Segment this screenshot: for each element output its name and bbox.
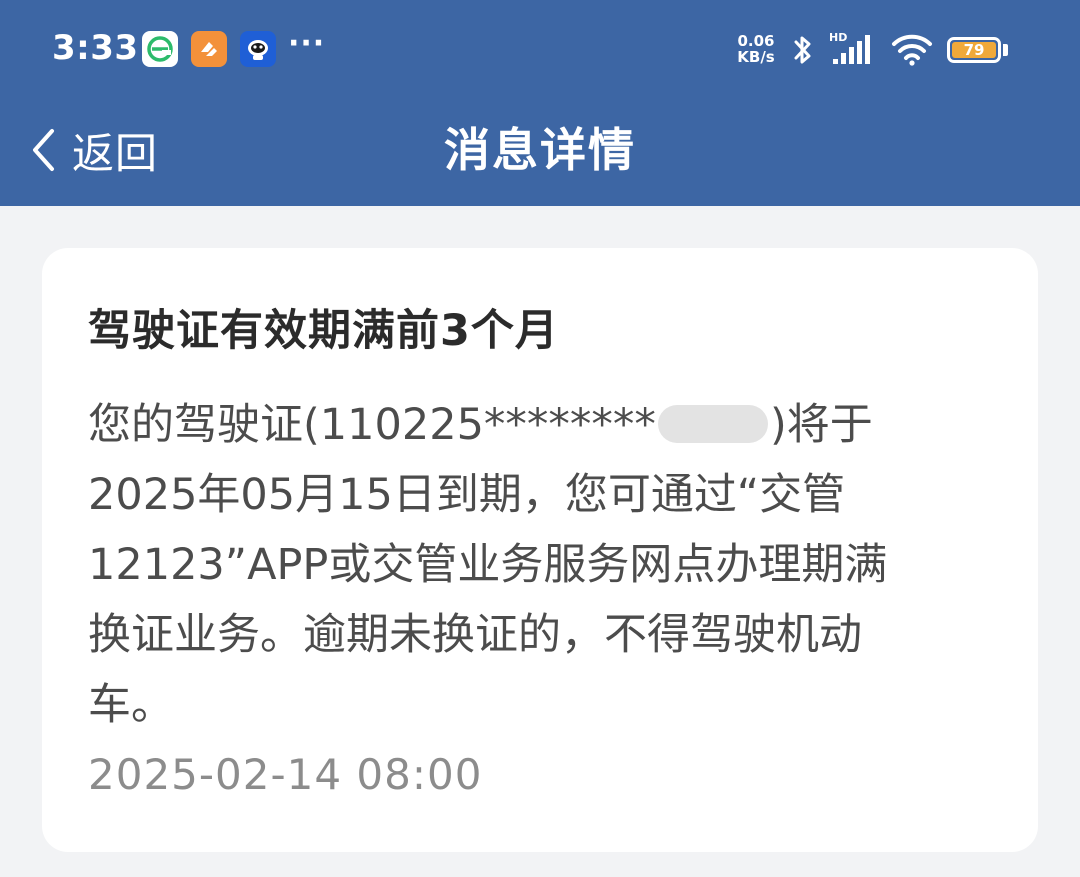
message-body-line: 车。 [88,680,174,730]
top-bar: 3:33 ··· 0.06 KB/s HD 79 消息详情 返回 [0,0,1080,206]
message-body: 您的驾驶证(110225********)将于 2025年05月15日到期，您可… [88,390,988,740]
bluetooth-icon [794,36,811,64]
message-card: 驾驶证有效期满前3个月 您的驾驶证(110225********)将于 2025… [42,248,1038,852]
battery-level: 79 [952,42,996,58]
cellular-signal-icon: HD [829,32,881,68]
page-title: 消息详情 [444,123,636,177]
network-speed: 0.06 KB/s [737,32,775,66]
chevron-left-icon [33,129,54,171]
back-button[interactable]: 返回 [30,118,158,182]
message-title: 驾驶证有效期满前3个月 [88,306,559,356]
orange-app-icon [191,31,227,67]
back-label: 返回 [72,128,159,178]
status-time: 3:33 [52,28,139,68]
message-timestamp: 2025-02-14 08:00 [88,750,483,799]
message-body-line: 12123”APP或交管业务服务网点办理期满 [88,540,888,590]
battery-cap [1003,44,1008,56]
message-body-line: 2025年05月15日到期，您可通过“交管 [88,470,846,520]
browser-icon [142,31,178,67]
robot-app-icon [240,31,276,67]
wifi-icon [892,34,932,66]
message-body-line: 您的驾驶证(110225********)将于 [88,400,873,450]
battery-icon: 79 [947,37,1001,63]
message-body-line: 换证业务。逾期未换证的，不得驾驶机动 [88,610,862,660]
redacted-mask [657,405,768,443]
more-notifications-icon: ··· [288,26,326,61]
